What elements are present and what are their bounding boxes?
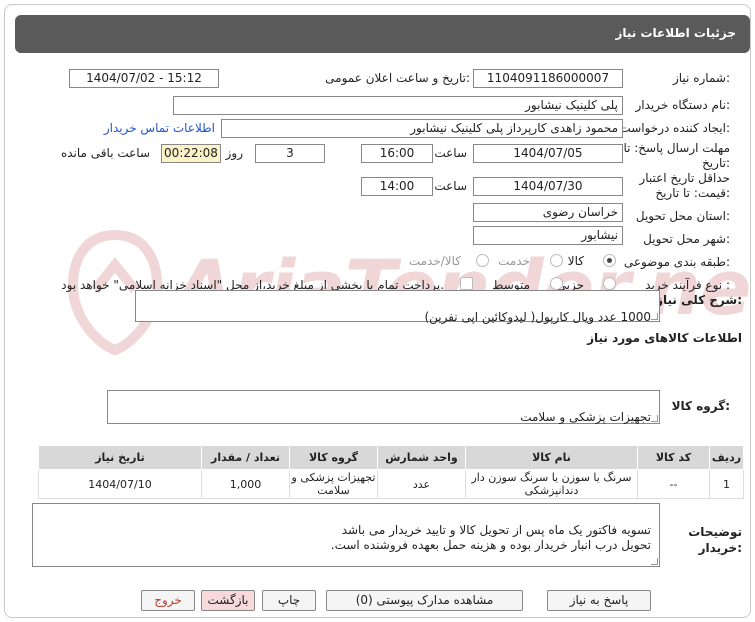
resize-handle-icon[interactable]	[651, 313, 658, 320]
validity-time-label: ساعت	[434, 179, 467, 193]
summary-textarea: 1000 عدد ویال کارپول( لیدوکائین اپی نفری…	[135, 290, 660, 324]
cell-name: سرنگ یا سوزن یا سرنگ سوزن دار دندانپزشکی	[465, 469, 638, 499]
province-value: خراسان رضوی	[473, 203, 623, 222]
category-goods-radio[interactable]	[603, 254, 616, 267]
page-title: جزئیات اطلاعات نیاز	[615, 26, 736, 40]
announce-label: تاریخ و ساعت اعلان عمومی:	[325, 71, 470, 85]
exit-button[interactable]: خروج	[141, 590, 195, 611]
need-number-label: شماره نیاز:	[672, 71, 730, 85]
deadline-date: 1404/07/05	[473, 144, 623, 163]
process-minor-radio[interactable]	[603, 277, 616, 290]
days-remaining: 3	[255, 144, 325, 163]
category-label: طبقه بندی موضوعی:	[623, 255, 730, 269]
price-validity-label: حداقل تاریخ اعتبار قیمت: تا تاریخ:	[639, 171, 730, 200]
cell-unit: عدد	[377, 469, 466, 499]
process-medium-radio[interactable]	[550, 277, 563, 290]
creator-label: ایجاد کننده درخواست:	[619, 121, 730, 135]
cell-row: 1	[709, 469, 744, 499]
col-date: تاریخ نیاز	[38, 445, 202, 470]
resize-handle-icon[interactable]	[651, 558, 658, 565]
remaining-time: 00:22:08	[161, 144, 221, 163]
cell-date: 1404/07/10	[38, 469, 202, 499]
table-row: 1 -- سرنگ یا سوزن یا سرنگ سوزن دار دندان…	[38, 469, 744, 499]
goods-group-label: گروه کالا:	[671, 399, 730, 413]
cell-group: تجهیزات پزشکی و سلامت	[289, 469, 378, 499]
city-value: نیشابور	[473, 226, 623, 245]
col-code: کد کالا	[637, 445, 710, 470]
col-unit: واحد شمارش	[377, 445, 466, 470]
goods-info-heading: اطلاعات کالاهای مورد نیاز	[587, 331, 742, 345]
city-label: شهر محل تحویل:	[643, 232, 730, 246]
deadline-time-label: ساعت	[434, 146, 467, 160]
reply-button[interactable]: پاسخ به نیاز	[547, 590, 651, 611]
contact-info-link[interactable]: اطلاعات تماس خریدار	[104, 121, 215, 135]
province-label: استان محل تحویل:	[635, 209, 730, 223]
goods-group-textarea: تجهیزات پزشکی و سلامت	[107, 390, 660, 424]
resize-handle-icon[interactable]	[651, 415, 658, 422]
announce-value: 1404/07/02 - 15:12	[69, 69, 219, 88]
details-panel: جزئیات اطلاعات نیاز AriaTender.net شماره…	[4, 4, 751, 618]
category-both-label: کالا/خدمت	[408, 254, 461, 268]
validity-date: 1404/07/30	[473, 177, 623, 196]
cell-quantity: 1,000	[201, 469, 290, 499]
summary-text: 1000 عدد ویال کارپول( لیدوکائین اپی نفری…	[424, 310, 651, 324]
creator-value: محمود زاهدی کارپرداز پلی کلینیک نیشابور	[221, 119, 623, 138]
treasury-checkbox[interactable]	[460, 277, 473, 290]
buyer-notes-label: توضیحات خریدار:	[688, 525, 742, 555]
col-name: نام کالا	[465, 445, 638, 470]
items-table: ردیف کد کالا نام کالا واحد شمارش گروه کا…	[38, 445, 744, 499]
buyer-notes-text: تسویه فاکتور یک ماه پس از تحویل کالا و ت…	[330, 523, 651, 552]
deadline-label: مهلت ارسال پاسخ: تا تاریخ:	[623, 141, 730, 170]
title-bar: جزئیات اطلاعات نیاز	[15, 15, 750, 53]
print-button[interactable]: چاپ	[262, 590, 316, 611]
cell-code: --	[637, 469, 710, 499]
col-row: ردیف	[709, 445, 744, 470]
buyer-org-value: پلی کلینیک نیشابور	[173, 96, 623, 115]
back-button[interactable]: بازگشت	[201, 590, 255, 611]
col-group: گروه کالا	[289, 445, 378, 470]
deadline-time: 16:00	[361, 144, 433, 163]
remaining-time-label: ساعت باقی مانده	[60, 146, 150, 160]
category-goods-label: کالا	[567, 254, 584, 268]
attachments-button[interactable]: مشاهده مدارک پیوستی (0)	[326, 590, 523, 611]
goods-group-text: تجهیزات پزشکی و سلامت	[520, 410, 651, 424]
category-service-label: خدمت	[498, 254, 530, 268]
category-both-radio[interactable]	[476, 254, 489, 267]
buyer-org-label: نام دستگاه خریدار:	[635, 98, 731, 112]
table-header-row: ردیف کد کالا نام کالا واحد شمارش گروه کا…	[38, 445, 744, 470]
need-number-value: 1104091186000007	[473, 69, 623, 88]
validity-time: 14:00	[361, 177, 433, 196]
buyer-notes-textarea: تسویه فاکتور یک ماه پس از تحویل کالا و ت…	[32, 503, 660, 567]
col-quantity: تعداد / مقدار	[201, 445, 290, 470]
category-service-radio[interactable]	[550, 254, 563, 267]
summary-label: شرح کلی نیاز:	[656, 293, 742, 307]
